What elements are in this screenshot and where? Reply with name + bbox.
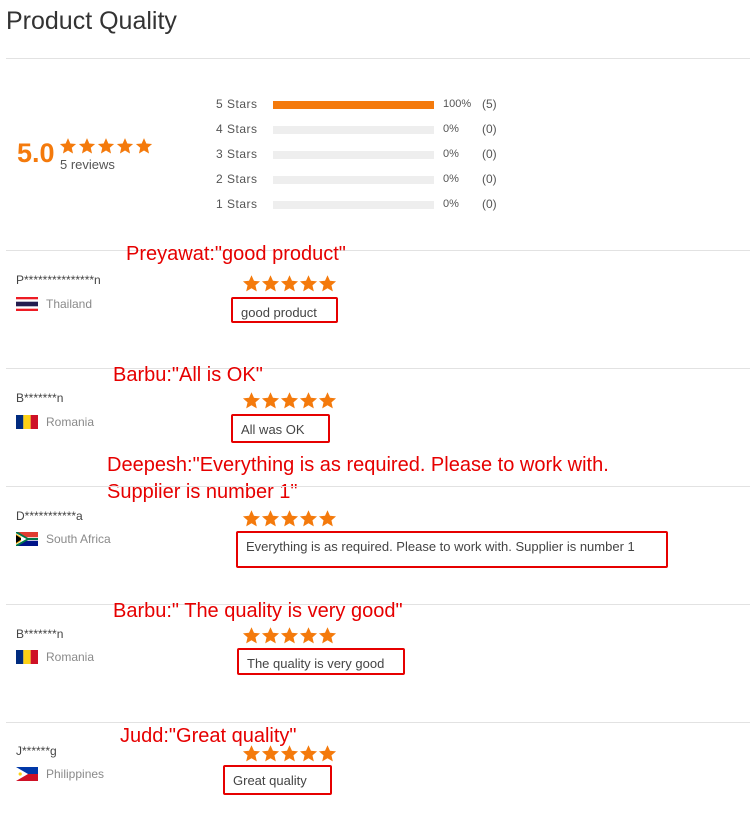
star-icon <box>242 627 261 644</box>
star-icon <box>261 627 280 644</box>
star-icon <box>299 275 318 292</box>
review-annotation: Barbu:" The quality is very good" <box>113 600 403 622</box>
review-comment: All was OK <box>231 414 330 443</box>
page-title: Product Quality <box>6 7 177 35</box>
country-name: South Africa <box>46 532 111 546</box>
star-icon <box>97 138 115 154</box>
review-annotation: Barbu:"All is OK" <box>113 364 263 386</box>
review-stars <box>242 274 337 293</box>
rating-row-3[interactable]: 3 Stars 0% (0) <box>216 146 516 164</box>
reviewer-country: Romania <box>16 413 94 431</box>
review-annotation: Supplier is number 1" <box>107 481 298 503</box>
review-stars <box>242 626 337 645</box>
rating-count: (0) <box>482 197 497 211</box>
reviewer-name: D***********a <box>16 509 83 523</box>
star-icon <box>242 745 261 762</box>
flag-south-africa-icon <box>16 532 38 546</box>
summary-stars <box>59 137 153 155</box>
flag-romania-icon <box>16 415 38 429</box>
star-icon <box>242 275 261 292</box>
rating-bar <box>273 176 434 184</box>
star-icon <box>261 392 280 409</box>
star-icon <box>261 745 280 762</box>
star-icon <box>135 138 153 154</box>
reviewer-country: Philippines <box>16 765 104 783</box>
rating-percent: 0% <box>443 198 459 210</box>
star-icon <box>318 275 337 292</box>
flag-romania-icon <box>16 650 38 664</box>
review-stars <box>242 391 337 410</box>
star-icon <box>280 627 299 644</box>
star-icon <box>299 745 318 762</box>
average-rating: 5.0 <box>17 138 55 168</box>
rating-bar <box>273 151 434 159</box>
rating-bar-fill <box>273 101 434 109</box>
reviewer-name: P***************n <box>16 273 101 287</box>
star-icon <box>242 510 261 527</box>
divider <box>6 58 750 59</box>
review-annotation: Deepesh:"Everything is as required. Plea… <box>107 454 609 476</box>
review-count: 5 reviews <box>60 157 115 172</box>
divider <box>6 486 750 487</box>
reviewer-country: Thailand <box>16 295 92 313</box>
country-name: Romania <box>46 415 95 429</box>
rating-bar <box>273 101 434 109</box>
star-icon <box>299 510 318 527</box>
rating-row-2[interactable]: 2 Stars 0% (0) <box>216 171 516 189</box>
review-comment: Everything is as required. Please to wor… <box>236 531 668 568</box>
rating-count: (0) <box>482 147 497 161</box>
rating-row-label: 5 Stars <box>216 97 258 111</box>
rating-row-4[interactable]: 4 Stars 0% (0) <box>216 121 516 139</box>
review-annotation: Preyawat:"good product" <box>126 243 346 265</box>
star-icon <box>318 627 337 644</box>
rating-row-label: 1 Stars <box>216 197 258 211</box>
star-icon <box>299 392 318 409</box>
rating-row-label: 3 Stars <box>216 147 258 161</box>
star-icon <box>242 392 261 409</box>
flag-thailand-icon <box>16 297 38 311</box>
reviewer-country: South Africa <box>16 530 111 548</box>
reviewer-name: B*******n <box>16 391 64 405</box>
star-icon <box>261 510 280 527</box>
star-icon <box>261 275 280 292</box>
reviewer-name: B*******n <box>16 627 64 641</box>
rating-row-label: 4 Stars <box>216 122 258 136</box>
rating-count: (0) <box>482 122 497 136</box>
country-name: Philippines <box>46 767 105 781</box>
rating-bar <box>273 126 434 134</box>
review-comment: The quality is very good <box>237 648 405 675</box>
star-icon <box>78 138 96 154</box>
star-icon <box>318 510 337 527</box>
rating-count: (5) <box>482 97 497 111</box>
flag-philippines-icon <box>16 767 38 781</box>
country-name: Romania <box>46 650 95 664</box>
rating-bar <box>273 201 434 209</box>
review-stars <box>242 744 337 763</box>
review-comment: Great quality <box>223 765 332 795</box>
divider <box>6 250 750 251</box>
reviewer-name: J******g <box>16 744 57 758</box>
reviewer-country: Romania <box>16 648 94 666</box>
star-icon <box>318 392 337 409</box>
rating-count: (0) <box>482 172 497 186</box>
rating-percent: 0% <box>443 173 459 185</box>
rating-row-label: 2 Stars <box>216 172 258 186</box>
divider <box>6 722 750 723</box>
rating-percent: 100% <box>443 98 472 110</box>
review-comment: good product <box>231 297 338 323</box>
rating-row-1[interactable]: 1 Stars 0% (0) <box>216 196 516 214</box>
star-icon <box>280 392 299 409</box>
rating-percent: 0% <box>443 123 459 135</box>
star-icon <box>280 275 299 292</box>
country-name: Thailand <box>46 297 93 311</box>
star-icon <box>318 745 337 762</box>
star-icon <box>116 138 134 154</box>
star-icon <box>280 510 299 527</box>
star-icon <box>299 627 318 644</box>
rating-row-5[interactable]: 5 Stars 100% (5) <box>216 96 516 114</box>
review-stars <box>242 509 337 528</box>
star-icon <box>280 745 299 762</box>
rating-percent: 0% <box>443 148 459 160</box>
star-icon <box>59 138 77 154</box>
